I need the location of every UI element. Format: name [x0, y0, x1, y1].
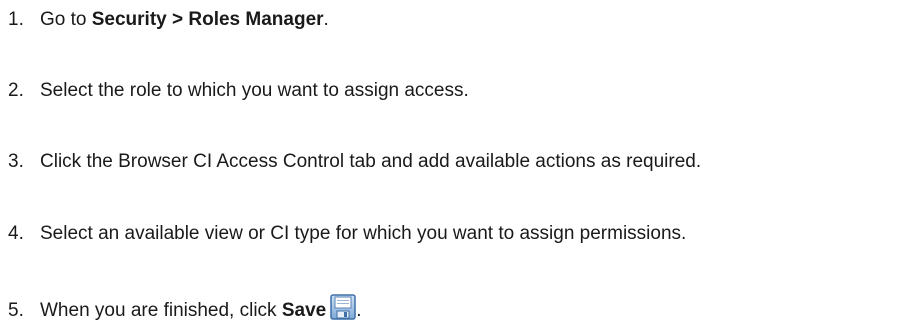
step-text: Select the role to which you want to ass… [40, 80, 469, 101]
step-4: 4. Select an available view or CI type fo… [8, 222, 686, 246]
step-number: 2. [8, 80, 24, 101]
step-number: 3. [8, 151, 24, 172]
step-punctuation: . [356, 300, 362, 321]
save-icon [330, 294, 356, 320]
step-number: 5. [8, 300, 24, 321]
step-text: Click the Browser CI Access Control tab … [40, 151, 702, 172]
step-5: 5. When you are finished, click Save . [8, 294, 362, 323]
step-number: 4. [8, 223, 24, 244]
step-punctuation: . [323, 9, 329, 30]
step-2: 2. Select the role to which you want to a… [8, 79, 469, 103]
save-label: Save [281, 300, 327, 321]
step-3: 3. Click the Browser CI Access Control ta… [8, 150, 701, 174]
step-1: 1. Go to Security > Roles Manager. [8, 8, 329, 32]
step-text: Go to [40, 9, 92, 30]
menu-path: Security > Roles Manager [91, 9, 324, 30]
step-number: 1. [8, 9, 24, 30]
step-text: When you are finished, click [40, 300, 282, 321]
step-text: Select an available view or CI type for … [40, 223, 687, 244]
